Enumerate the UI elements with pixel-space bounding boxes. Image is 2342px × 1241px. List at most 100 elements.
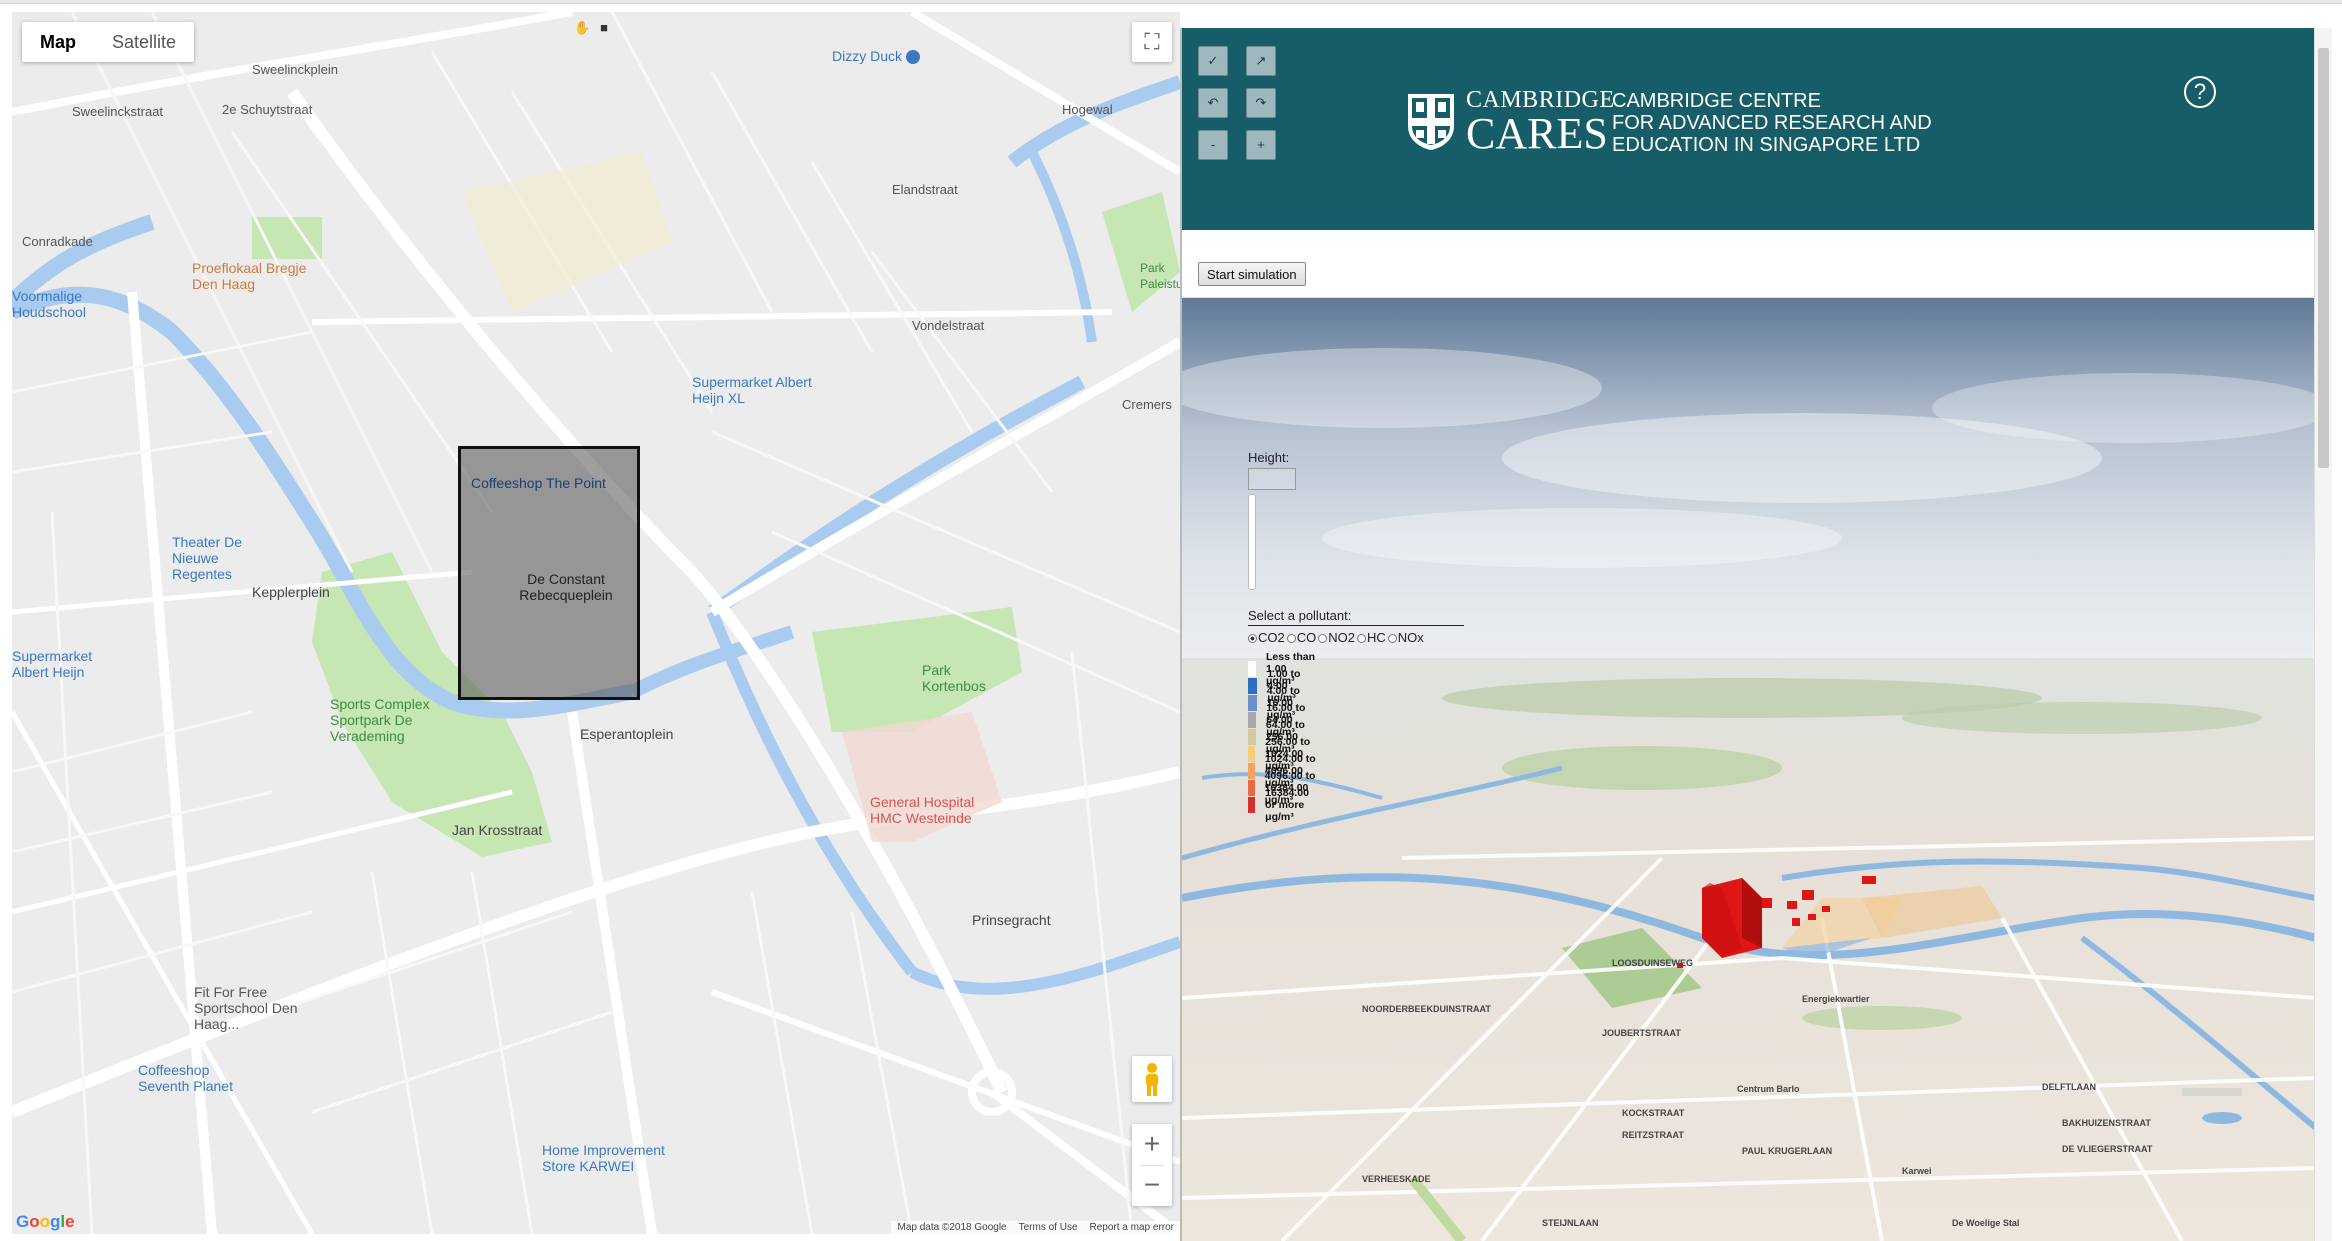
rectangle-draw-icon[interactable]: ■ — [596, 20, 612, 36]
map-type-control: Map Satellite — [22, 22, 195, 62]
poi-proeflokaal[interactable]: Proeflokaal Bregje Den Haag — [192, 260, 332, 292]
poi-dizzy-duck[interactable]: Dizzy Duck — [832, 48, 921, 65]
pollutant-radio-co[interactable]: CO — [1286, 630, 1316, 645]
legend-swatch — [1248, 660, 1256, 677]
street-label: Conradkade — [22, 234, 93, 249]
org-line-1: CAMBRIDGE CENTRE — [1612, 90, 1821, 112]
scrollbar-thumb[interactable] — [2318, 48, 2329, 468]
undo-tool-button[interactable]: ↶ — [1198, 88, 1228, 118]
poi-albert-heijn[interactable]: Supermarket Albert Heijn — [12, 648, 102, 680]
zoom-control: + − — [1132, 1124, 1172, 1206]
scene-street-label: REITZSTRAAT — [1622, 1130, 1684, 1140]
browser-top-border — [0, 0, 2342, 4]
pollutant-radio-group: CO2 CO NO2 HC NOx — [1248, 630, 1424, 645]
poi-coffeeshop-seventh-planet[interactable]: Coffeeshop Seventh Planet — [138, 1062, 248, 1094]
zoom-out-button[interactable]: − — [1132, 1165, 1172, 1206]
poi-park-kortenbos[interactable]: Park Kortenbos — [922, 662, 1002, 694]
3d-city-view[interactable]: LOOSDUINSEWEG NOORDERBEEKDUINSTRAAT JOUB… — [1182, 298, 2314, 1241]
street-label: Vondelstraat — [912, 318, 985, 333]
scene-street-label: Energiekwartier — [1802, 994, 1870, 1004]
poi-park-paleistu[interactable]: Park Paleistu — [1140, 260, 1180, 292]
street-label: Prinsegracht — [972, 912, 1051, 928]
zoom-out-tool-button[interactable]: - — [1198, 130, 1228, 160]
legend-swatch — [1248, 796, 1256, 813]
scene-street-label: NOORDERBEEKDUINSTRAAT — [1362, 1004, 1491, 1014]
cambridge-cares-logo: CAMBRIDGE CARES — [1406, 88, 1615, 156]
poi-coffeeshop-the-point[interactable]: Coffeeshop The Point — [471, 475, 631, 491]
scene-street-label: KOCKSTRAAT — [1622, 1108, 1685, 1118]
scene-street-label: STEIJNLAAN — [1542, 1218, 1599, 1228]
street-label: Cremers — [1122, 397, 1172, 412]
hand-pan-icon[interactable]: ✋ — [574, 20, 590, 36]
zoom-divider — [1140, 1165, 1164, 1166]
logo-cares-text: CARES — [1466, 109, 1608, 158]
zoom-in-tool-button[interactable]: + — [1246, 130, 1276, 160]
simulation-app: ✓ ↗ ↶ ↷ - + CAMBRIDGE CARES CAMBRIDGE CE… — [1180, 28, 2314, 1241]
street-label: 2e Schuytstraat — [222, 102, 313, 117]
org-line-2: FOR ADVANCED RESEARCH AND — [1612, 112, 1932, 134]
zoom-in-button[interactable]: + — [1132, 1124, 1172, 1165]
poi-karwei[interactable]: Home Improvement Store KARWEI — [542, 1142, 672, 1174]
poi-albert-heijn-xl[interactable]: Supermarket Albert Heijn XL — [692, 374, 812, 406]
report-error-link[interactable]: Report a map error — [1090, 1222, 1174, 1233]
concentration-legend: Less than 1.00 μg/m³ 1.00 to 4.00 μg/m³ … — [1248, 651, 1318, 823]
map-type-map-button[interactable]: Map — [22, 22, 94, 62]
simulation-toolbar: Start simulation — [1182, 230, 2314, 298]
legend-swatch — [1248, 745, 1256, 762]
poi-sports-complex[interactable]: Sports Complex Sportpark De Verademing — [330, 696, 450, 744]
map-data-credit: Map data ©2018 Google — [897, 1222, 1007, 1233]
terms-link[interactable]: Terms of Use — [1019, 1222, 1078, 1233]
map-attribution: Google Map data ©2018 Google Terms of Us… — [12, 1212, 1180, 1234]
pollutant-radio-no2[interactable]: NO2 — [1318, 630, 1355, 645]
height-slider[interactable] — [1248, 494, 1256, 590]
drawing-tools: ✋ ■ — [574, 20, 612, 36]
scene-street-label: PAUL KRUGERLAAN — [1742, 1146, 1833, 1156]
scene-street-label: DELFTLAAN — [2042, 1082, 2096, 1092]
selected-area-rectangle[interactable]: Coffeeshop The Point De Constant Rebecqu… — [458, 446, 640, 700]
poi-constant-rebecqueplein: De Constant Rebecqueplein — [519, 571, 613, 603]
legend-swatch — [1248, 711, 1257, 728]
street-label: Sweelinckstraat — [72, 104, 164, 119]
org-line-3: EDUCATION IN SINGAPORE LTD — [1612, 134, 1921, 156]
pollutant-radio-co2[interactable]: CO2 — [1248, 630, 1285, 645]
legend-row: 16384.00 or more μg/m³ — [1248, 787, 1318, 823]
street-label: Esperantoplein — [580, 726, 674, 742]
redo-tool-button[interactable]: ↷ — [1246, 88, 1276, 118]
expand-tool-button[interactable]: ↗ — [1246, 46, 1276, 76]
height-input[interactable] — [1248, 468, 1296, 490]
poi-general-hospital[interactable]: General Hospital HMC Westeinde — [870, 794, 1000, 826]
app-header: ✓ ↗ ↶ ↷ - + CAMBRIDGE CARES CAMBRIDGE CE… — [1182, 28, 2314, 230]
height-label: Height: — [1248, 450, 1290, 465]
legend-swatch — [1248, 762, 1255, 779]
pegman-icon — [1146, 1063, 1158, 1096]
legend-swatch — [1248, 694, 1257, 711]
map-type-satellite-button[interactable]: Satellite — [94, 22, 194, 62]
legend-swatch — [1248, 779, 1255, 796]
street-label: Jan Krosstraat — [452, 822, 543, 838]
fullscreen-button[interactable]: ⛶ — [1132, 22, 1172, 62]
select-tool-button[interactable]: ✓ — [1198, 46, 1228, 76]
legend-swatch — [1248, 728, 1256, 745]
street-label: Kepplerplein — [252, 584, 330, 600]
street-label: Hogewal — [1062, 102, 1113, 117]
map-view[interactable]: Sweelinckstraat 2e Schuytstraat Sweelinc… — [12, 12, 1180, 1234]
pollutant-radio-nox[interactable]: NOx — [1387, 630, 1424, 645]
street-view-pegman-button[interactable] — [1132, 1056, 1172, 1102]
start-simulation-button[interactable]: Start simulation — [1198, 262, 1306, 286]
page-scrollbar[interactable] — [2314, 28, 2332, 1241]
poi-fit-for-free[interactable]: Fit For Free Sportschool Den Haag... — [194, 984, 324, 1032]
fullscreen-icon: ⛶ — [1144, 29, 1160, 54]
street-label: Sweelinckplein — [252, 62, 338, 77]
3d-scene-render — [1182, 298, 2314, 1241]
help-button[interactable]: ? — [2184, 76, 2216, 108]
organization-name: CAMBRIDGE CENTRE FOR ADVANCED RESEARCH A… — [1612, 90, 1932, 156]
poi-voormalige[interactable]: Voormalige Houdschool — [12, 288, 112, 320]
poi-theater[interactable]: Theater De Nieuwe Regentes — [172, 534, 282, 582]
scene-street-label: DE VLIEGERSTRAAT — [2062, 1144, 2153, 1154]
pollutant-label: Select a pollutant: — [1248, 608, 1464, 626]
scene-street-label: JOUBERTSTRAAT — [1602, 1028, 1681, 1038]
pollutant-radio-hc[interactable]: HC — [1356, 630, 1386, 645]
scene-street-label: Karwei — [1902, 1166, 1932, 1176]
scene-street-label: VERHEESKADE — [1362, 1174, 1431, 1184]
scene-street-label: LOOSDUINSEWEG — [1612, 958, 1694, 968]
